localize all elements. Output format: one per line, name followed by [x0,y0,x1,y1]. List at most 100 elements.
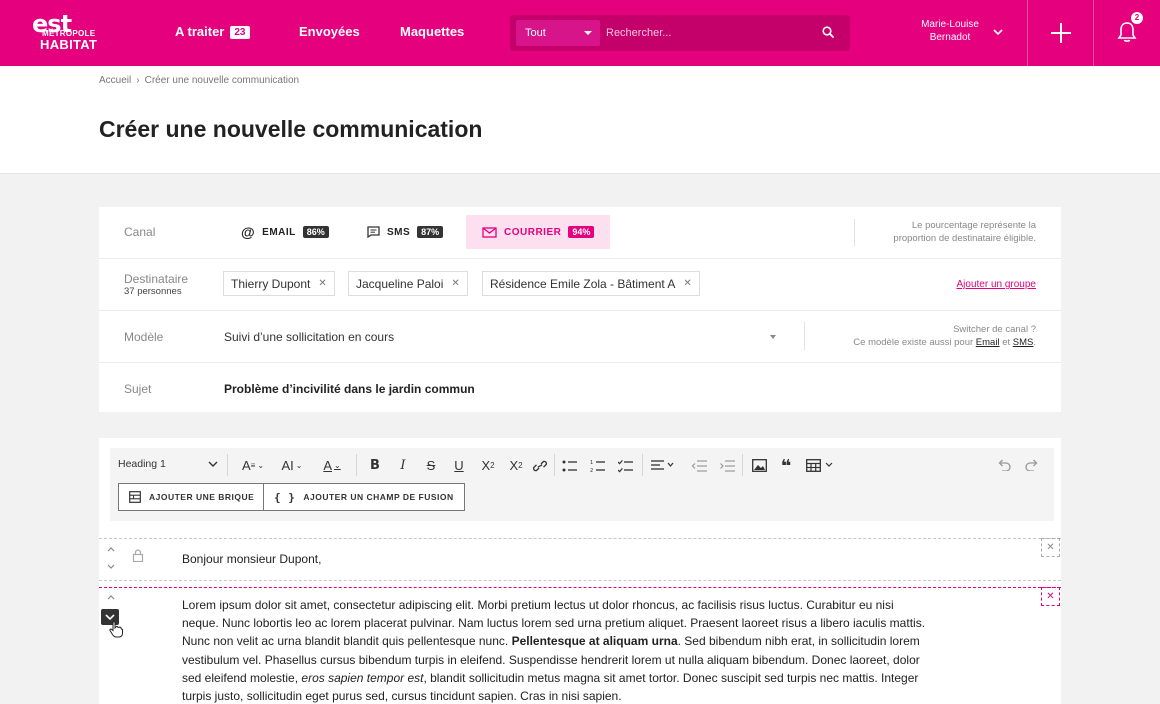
paragraph-text[interactable]: Lorem ipsum dolor sit amet, consectetur … [182,596,932,704]
greeting-text[interactable]: Bonjour monsieur Dupont, [182,552,321,566]
canal-row: Canal @ EMAIL 86% SMS 87% COURRIER 94% L… [99,207,1061,259]
delete-brick-button[interactable]: ✕ [1041,587,1060,606]
underline-icon[interactable]: U [450,456,468,474]
user-first-name: Marie-Louise [921,19,979,30]
recipient-chip: Résidence Emile Zola - Bâtiment A ✕ [482,271,700,296]
nav-maquettes[interactable]: Maquettes [400,24,464,39]
subject-field[interactable]: Problème d’incivilité dans le jardin com… [224,382,475,396]
redo-icon[interactable] [1025,459,1039,471]
chevron-down-icon[interactable] [106,563,116,571]
switch-email-link[interactable]: Email [976,337,1000,348]
text-case-icon[interactable]: AI ⌄ [276,456,308,474]
canal-name: EMAIL [262,226,296,238]
breadcrumb: Accueil › Créer une nouvelle communication [99,75,300,86]
canal-help-note: Le pourcentage représente la proportion … [893,220,1036,244]
nav-a-traiter[interactable]: A traiter 23 [175,24,250,39]
envelope-icon [482,226,497,238]
remove-chip-icon[interactable]: ✕ [318,278,326,289]
undo-icon[interactable] [997,459,1011,471]
page-title: Créer une nouvelle communication [99,116,483,142]
superscript-icon[interactable]: X2 [506,456,526,474]
add-merge-field-label: AJOUTER UN CHAMP DE FUSION [303,492,454,502]
notification-badge: 2 [1131,12,1143,24]
chevron-down-icon[interactable] [992,28,1004,36]
checklist-icon[interactable] [618,459,634,473]
add-merge-field-button[interactable]: { } AJOUTER UN CHAMP DE FUSION [263,483,465,511]
chip-label: Thierry Dupont [231,276,311,291]
link-icon[interactable] [533,460,547,472]
search-bar: Tout [510,15,850,51]
lock-icon [132,549,144,562]
delete-brick-button[interactable]: ✕ [1041,538,1060,557]
hand-cursor-icon [109,621,123,638]
svg-text:1: 1 [590,460,593,466]
bullet-list-icon[interactable] [562,460,578,472]
breadcrumb-current: Créer une nouvelle communication [144,75,300,86]
communication-form: Canal @ EMAIL 86% SMS 87% COURRIER 94% L… [99,207,1061,412]
brand-logo[interactable]: est MÉTROPOLE HABITAT [32,10,112,56]
brick-paragraph: Lorem ipsum dolor sit amet, consectetur … [99,587,1061,704]
sujet-row: Sujet Problème d’incivilité dans le jard… [99,363,1061,412]
user-last-name: Bernadot [929,32,971,43]
chevron-down-icon [584,31,592,35]
nav-label: A traiter [175,24,225,39]
canal-label: Canal [124,225,156,239]
font-size-icon[interactable]: A ≡ ⌄ [238,456,268,474]
align-icon[interactable] [651,460,675,472]
page-header: Accueil › Créer une nouvelle communication… [0,66,1160,174]
search-input[interactable] [606,22,806,44]
canal-name: SMS [387,226,411,238]
template-select[interactable]: Suivi d’une sollicitation en cours [224,330,394,344]
chat-icon [367,226,380,238]
text-color-icon[interactable]: A ⌄ [316,456,348,474]
nav-envoyees[interactable]: Envoyées [299,24,360,39]
indent-icon[interactable] [720,460,735,472]
chip-label: Jacqueline Paloi [356,276,444,291]
table-icon[interactable] [806,459,836,472]
quote-icon[interactable]: ❝ [778,456,794,476]
chevron-down-icon[interactable] [770,335,776,339]
bold-icon[interactable]: B [366,456,384,474]
eligibility-badge: 94% [568,226,595,238]
switch-sms-link[interactable]: SMS [1013,337,1034,348]
italic-icon[interactable]: I [394,456,412,474]
remove-chip-icon[interactable]: ✕ [451,278,459,289]
image-icon[interactable] [752,459,767,472]
search-scope-select[interactable]: Tout [516,20,600,46]
user-menu[interactable]: Marie-Louise Bernadot [905,18,995,44]
add-group-link[interactable]: Ajouter un groupe [956,279,1036,290]
brick-greeting: Bonjour monsieur Dupont, ✕ [99,538,1061,580]
remove-chip-icon[interactable]: ✕ [683,278,691,289]
brick-icon [129,491,141,503]
search-icon[interactable] [822,26,834,38]
add-brick-button[interactable]: AJOUTER UNE BRIQUE [118,483,266,511]
recipient-chip: Jacqueline Paloi ✕ [348,271,468,296]
subscript-icon[interactable]: X2 [478,456,498,474]
chevron-up-icon[interactable] [106,593,116,601]
logo-main: HABITAT [40,37,98,52]
heading-style-select[interactable]: Heading 1 [118,458,218,470]
braces-icon: { } [274,490,296,504]
destinataire-row: Destinataire 37 personnes Thierry Dupont… [99,259,1061,311]
count-badge: 23 [230,26,250,39]
search-scope-value: Tout [525,27,546,39]
canal-option-courrier[interactable]: COURRIER 94% [466,215,611,249]
numbered-list-icon[interactable]: 12 [590,459,606,473]
switch-channel-note: Switcher de canal ? Ce modèle existe aus… [853,324,1036,348]
sujet-label: Sujet [124,382,152,396]
modele-row: Modèle Suivi d’une sollicitation en cour… [99,311,1061,363]
top-bar: est MÉTROPOLE HABITAT A traiter 23 Envoyé… [0,0,1160,66]
editor-toolbar: Heading 1 A ≡ ⌄ AI ⌄ A ⌄ B I S U X2 X2 12 [110,448,1054,521]
canal-option-email[interactable]: @ EMAIL 86% [225,215,345,249]
notifications-button[interactable]: 2 [1094,0,1160,66]
breadcrumb-home[interactable]: Accueil [99,75,131,86]
eligibility-badge: 87% [417,226,444,238]
modele-label: Modèle [124,330,164,344]
destinataire-label: Destinataire [124,272,189,286]
strikethrough-icon[interactable]: S [422,456,440,474]
chevron-up-icon[interactable] [106,545,116,553]
create-button[interactable] [1028,0,1094,66]
chevron-down-icon [208,461,218,467]
outdent-icon[interactable] [692,460,707,472]
canal-option-sms[interactable]: SMS 87% [351,215,459,249]
